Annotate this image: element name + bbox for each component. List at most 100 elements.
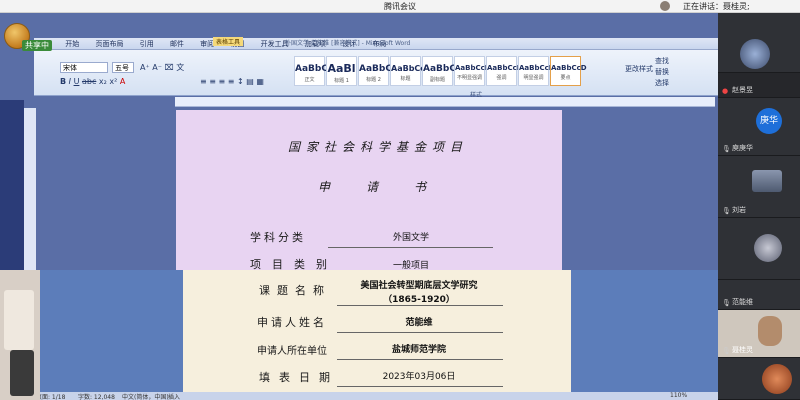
align-left-icon[interactable]: ≡ [200, 77, 207, 86]
field-label-institution: 申请人所在单位 [257, 346, 327, 357]
subscript-icon[interactable]: x₂ [99, 77, 107, 86]
status-page[interactable]: 页面: 1/18 [36, 392, 65, 400]
borders-icon[interactable]: ▦ [256, 77, 264, 86]
phonetic-icon[interactable]: 文 [176, 63, 184, 72]
participant-name: 刘岩 [732, 206, 746, 214]
mic-icon: 🎙 [722, 207, 731, 215]
format-buttons-row2: B I U abc x₂ x² A [60, 77, 125, 86]
speaking-label: 正在讲话： [683, 2, 723, 11]
grow-font-icon[interactable]: A⁺ [140, 63, 150, 72]
mic-muted-icon: ● [722, 87, 729, 95]
paragraph-buttons: ≡ ≡ ≡ ≡ ↕ ▤ ▦ [200, 77, 264, 86]
participant-tile[interactable]: ● 赵景昱 [718, 73, 800, 98]
screen: 腾讯会议 正在讲话：聂桂灵; 开始 页面布局 引用 邮件 审阅 视图 开发工具 … [0, 0, 800, 400]
font-color-icon[interactable]: A [120, 77, 125, 86]
participant-tile[interactable]: 🎙 范能维 [718, 280, 800, 310]
word-status-bar: 页面: 1/18 字数: 12,048 中文(简体，中国) 插入 110% [34, 392, 718, 400]
status-mode[interactable]: 插入 [168, 392, 180, 400]
status-words[interactable]: 字数: 12,048 [78, 392, 115, 400]
style-intense-emphasis[interactable]: AaBbCcI 明显强调 [518, 56, 551, 86]
participant-video[interactable]: 🎙 聂桂灵 [718, 310, 800, 358]
mic-icon: 🎙 [722, 145, 731, 153]
sharing-badge: 共享中 [22, 40, 52, 51]
participant-tile[interactable] [718, 358, 800, 400]
status-language[interactable]: 中文(简体，中国) [122, 392, 169, 400]
speaking-indicator: 正在讲话：聂桂灵; [683, 1, 750, 12]
align-right-icon[interactable]: ≡ [219, 77, 226, 86]
superscript-icon[interactable]: x² [109, 77, 117, 86]
field-value-applicant[interactable]: 范能维 [333, 315, 505, 328]
field-label-title: 课题名称 [259, 284, 331, 297]
participant-initials: 庚华 [756, 108, 782, 134]
participant-name: 范能维 [732, 298, 753, 306]
font-size-select[interactable]: 五号 [112, 62, 134, 73]
word-window-title: 外国文学-范能维 [兼容模式] - Microsoft Word [285, 40, 411, 47]
field-label-applicant: 申请人姓名 [257, 316, 327, 329]
participant-name: 聂桂灵 [732, 346, 753, 354]
shading-icon[interactable]: ▤ [246, 77, 254, 86]
bold-icon[interactable]: B [60, 77, 66, 86]
style-emphasis[interactable]: AaBbCcD 强调 [486, 56, 523, 86]
style-title[interactable]: AaBbCc 标题 [390, 56, 425, 86]
style-subtitle[interactable]: AaBbC 副标题 [422, 56, 456, 86]
tab-page-layout[interactable]: 页面布局 [88, 38, 130, 50]
mic-icon: 🎙 [722, 299, 731, 307]
align-center-icon[interactable]: ≡ [209, 77, 216, 86]
style-panel: 更改样式 查找 替换 选择 [585, 56, 705, 92]
field-underline [337, 386, 503, 387]
line-spacing-icon[interactable]: ↕ [237, 77, 244, 86]
justify-icon[interactable]: ≡ [228, 77, 235, 86]
tab-home[interactable]: 开始 [58, 38, 86, 50]
field-underline [337, 359, 503, 360]
field-value-subject[interactable]: 外国文学 [326, 230, 496, 243]
tab-mailings[interactable]: 邮件 [163, 38, 191, 50]
change-styles-button[interactable]: 更改样式 [625, 64, 653, 74]
style-normal[interactable]: AaBbC 正文 [294, 56, 328, 86]
word-left-pane [0, 100, 24, 270]
field-underline [337, 305, 503, 306]
participant-avatar [754, 234, 782, 262]
strikethrough-icon[interactable]: abc [82, 77, 96, 86]
document-page[interactable]: 国家社会科学基金项目 申请书 学科分类 外国文学 项目类别 一般项目 [176, 110, 562, 271]
participant-photo [752, 170, 782, 192]
horizontal-ruler[interactable] [175, 97, 715, 107]
document-page-lower[interactable]: 课题名称 美国社会转型期底层文学研究 （1865-1920） 申请人姓名 范能维… [183, 270, 571, 394]
participant-tile[interactable]: 🎙 刘岩 [718, 156, 800, 218]
participant-avatar [762, 364, 792, 394]
mic-icon: 🎙 [722, 347, 731, 355]
participant-tile[interactable] [718, 218, 800, 280]
field-value-title-years[interactable]: （1865-1920） [333, 292, 505, 305]
style-heading1[interactable]: AaBl 标题 1 [326, 56, 357, 86]
room-photo [4, 290, 34, 350]
field-value-title[interactable]: 美国社会转型期底层文学研究 [333, 278, 505, 291]
style-heading2[interactable]: AaBbC 标题 2 [358, 56, 392, 86]
status-zoom[interactable]: 110% [670, 392, 687, 399]
participant-video-left[interactable] [0, 270, 40, 400]
document-heading: 国家社会科学基金项目 [288, 140, 469, 154]
font-name-select[interactable]: 宋体 [60, 62, 108, 73]
participant-name: 庾庚华 [732, 144, 753, 152]
participant-avatar [740, 39, 770, 69]
person-silhouette [10, 350, 34, 396]
document-subheading: 申请书 [318, 180, 463, 194]
participant-tile[interactable] [718, 13, 800, 73]
tab-references[interactable]: 引用 [133, 38, 161, 50]
field-value-institution[interactable]: 盐城师范学院 [333, 342, 505, 355]
style-subtle-emphasis[interactable]: AaBbCcI 不明显强调 [454, 56, 487, 86]
field-underline [328, 247, 493, 248]
shrink-font-icon[interactable]: A⁻ [152, 63, 162, 72]
field-underline [337, 332, 503, 333]
format-buttons: A⁺ A⁻ ⌧ 文 [140, 62, 184, 73]
speaker-avatar [660, 1, 670, 11]
underline-icon[interactable]: U [74, 77, 80, 86]
field-label-date: 填表日期 [259, 371, 339, 384]
italic-icon[interactable]: I [69, 77, 71, 86]
field-value-date[interactable]: 2023年03月06日 [333, 369, 505, 382]
select-button[interactable]: 选择 [655, 78, 669, 88]
participant-tile[interactable]: 庚华 🎙 庾庚华 [718, 98, 800, 156]
clear-format-icon[interactable]: ⌧ [165, 63, 174, 72]
find-button[interactable]: 查找 [655, 56, 669, 66]
replace-button[interactable]: 替换 [655, 67, 669, 77]
style-strong[interactable]: AaBbCcD 要点 [550, 56, 587, 86]
participant-face [758, 316, 782, 346]
